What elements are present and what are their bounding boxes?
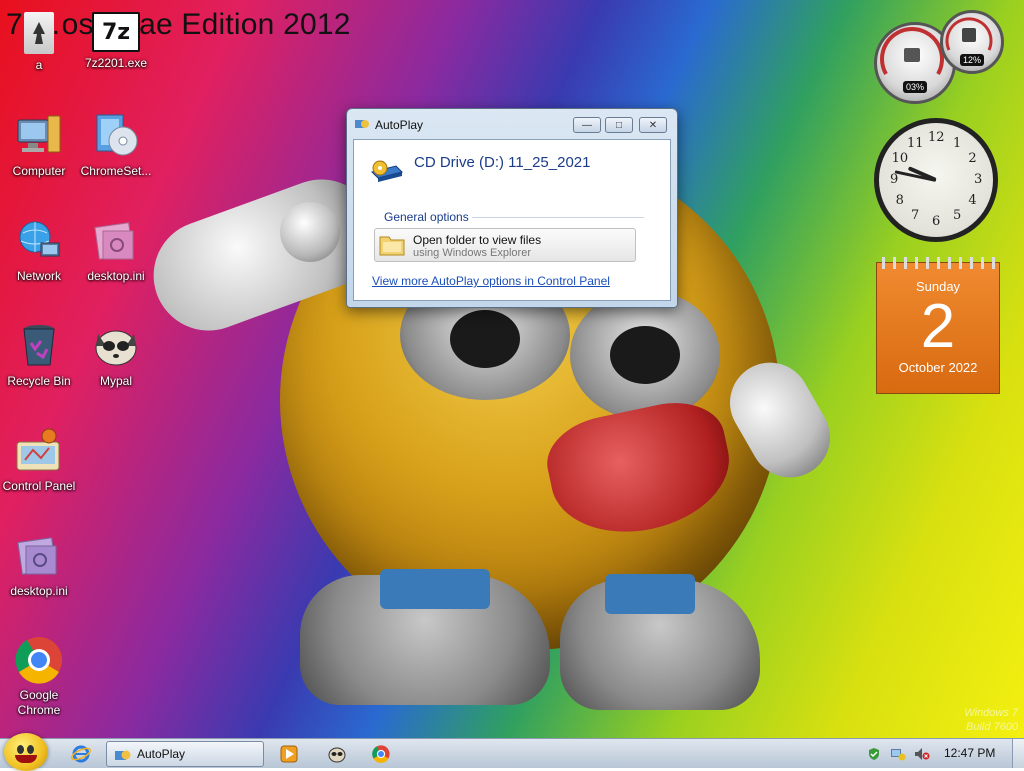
clock-number: 9 — [890, 172, 899, 187]
settings-file-icon — [92, 217, 140, 265]
clock-gadget[interactable]: 12 1 2 3 4 5 6 7 8 9 10 11 — [874, 118, 998, 242]
wallpaper-eye — [570, 290, 720, 420]
clock-number: 1 — [953, 135, 962, 151]
desktop-icon-network[interactable]: Network — [1, 217, 77, 283]
desktop-icon-a[interactable]: a — [1, 12, 77, 72]
wallpaper-shoe — [300, 569, 550, 705]
desktop-icon-mypal[interactable]: Mypal — [78, 322, 154, 388]
document-icon — [24, 12, 54, 54]
cpu-percent: 03% — [902, 81, 928, 93]
dialog-title: AutoPlay — [375, 118, 424, 132]
7zip-icon: 7z — [92, 12, 140, 52]
taskbar: AutoPlay 12:47 PM — [0, 733, 1024, 771]
section-divider — [472, 217, 644, 218]
more-autoplay-options-link[interactable]: View more AutoPlay options in Control Pa… — [372, 274, 610, 288]
clock-number: 11 — [907, 135, 924, 151]
calendar-rings — [877, 257, 999, 269]
desktop-icon-desktop-ini-2[interactable]: desktop.ini — [1, 532, 77, 598]
drive-header: CD Drive (D:) 11_25_2021 — [370, 154, 660, 188]
mypal-icon[interactable] — [324, 743, 350, 765]
autoplay-icon — [115, 750, 131, 760]
desktop-icon-control-panel[interactable]: Control Panel — [1, 427, 77, 493]
taskbar-task-label: AutoPlay — [137, 747, 186, 761]
clock-number: 4 — [968, 193, 977, 208]
folder-icon — [379, 236, 405, 256]
dialog-titlebar[interactable]: AutoPlay — □ ✕ — [347, 109, 677, 139]
clock-number: 5 — [953, 208, 962, 224]
autoplay-icon — [355, 120, 369, 128]
drive-title: CD Drive (D:) 11_25_2021 — [414, 154, 591, 171]
autoplay-dialog: AutoPlay — □ ✕ CD Drive (D:) 11_25_2021 … — [346, 108, 678, 308]
open-folder-option[interactable]: Open folder to view files using Windows … — [374, 228, 636, 262]
ram-percent: 12% — [959, 54, 985, 66]
ram-dial: 12% — [940, 10, 1004, 74]
control-panel-icon — [15, 427, 63, 475]
desktop-icon-desktop-ini[interactable]: desktop.ini — [78, 217, 154, 283]
clock-number: 3 — [974, 172, 983, 187]
windows-watermark: Windows 7 Build 7600 — [964, 707, 1018, 733]
clock-number: 6 — [932, 214, 941, 229]
calendar-gadget[interactable]: Sunday 2 October 2022 — [876, 257, 1000, 394]
clock-number: 12 — [928, 130, 945, 145]
calendar-month-year: October 2022 — [898, 360, 978, 375]
desktop-icon-google-chrome[interactable]: Google Chrome — [1, 636, 77, 718]
maximize-button[interactable]: □ — [605, 117, 633, 133]
clock-number: 10 — [891, 151, 909, 166]
chrome-icon — [15, 636, 63, 684]
option-subtitle: using Windows Explorer — [413, 247, 531, 259]
close-button[interactable]: ✕ — [639, 117, 667, 133]
clock-number: 2 — [968, 151, 977, 166]
desktop-icon-computer[interactable]: Computer — [1, 112, 77, 178]
chrome-icon[interactable] — [368, 743, 394, 765]
settings-file-icon — [15, 532, 63, 580]
show-desktop-button[interactable] — [1012, 739, 1024, 768]
clock-number: 8 — [895, 193, 904, 208]
wallpaper-shoe — [560, 574, 760, 710]
calendar-day-number: 2 — [920, 292, 956, 361]
security-shield-icon[interactable] — [866, 746, 882, 762]
mypal-browser-icon — [92, 322, 140, 370]
computer-icon — [15, 112, 63, 160]
start-button[interactable] — [4, 733, 48, 771]
recycle-bin-icon — [15, 322, 63, 370]
desktop-icon-recycle-bin[interactable]: Recycle Bin — [1, 322, 77, 388]
network-status-icon[interactable] — [890, 746, 906, 762]
desktop-icon-7z2201[interactable]: 7z 7z2201.exe — [78, 12, 154, 70]
clock-number: 7 — [911, 208, 920, 224]
installer-icon — [92, 112, 140, 160]
option-title: Open folder to view files — [413, 233, 542, 247]
wallpaper-microphone — [280, 202, 340, 262]
network-icon — [15, 217, 63, 265]
desktop: 7 …oss…ae Edition 2012 a 7z 7z2201.exe C… — [0, 0, 1024, 738]
taskbar-clock[interactable]: 12:47 PM — [944, 746, 995, 760]
volume-muted-icon[interactable] — [914, 746, 930, 762]
minimize-button[interactable]: — — [573, 117, 601, 133]
media-player-icon[interactable] — [276, 743, 302, 765]
general-options-section: General options — [384, 210, 646, 224]
cpu-meter-gadget[interactable]: 03% 12% — [874, 10, 1004, 106]
section-heading: General options — [384, 210, 469, 224]
taskbar-autoplay-button[interactable]: AutoPlay — [106, 741, 264, 767]
dialog-content: CD Drive (D:) 11_25_2021 General options… — [353, 139, 671, 301]
desktop-icon-chromesetup[interactable]: ChromeSet... — [78, 112, 154, 178]
internet-explorer-icon[interactable] — [68, 743, 94, 765]
cd-drive-icon — [371, 160, 403, 182]
